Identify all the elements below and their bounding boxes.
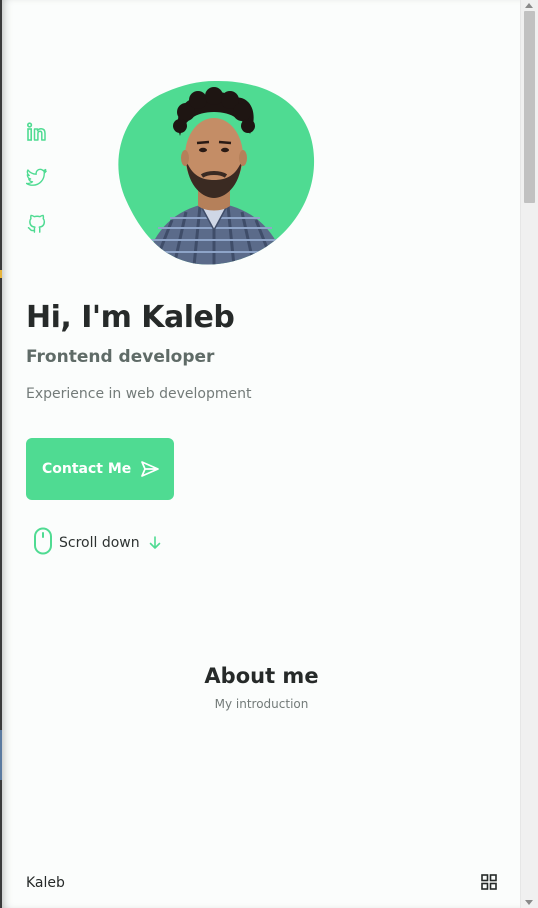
avatar [118,80,315,265]
about-section-subtitle: My introduction [214,697,309,711]
linkedin-icon[interactable] [26,122,48,142]
github-icon[interactable] [26,212,48,234]
contact-me-button[interactable]: Contact Me [26,438,174,500]
about-section-title: About me [204,664,319,688]
scroll-down-arrow-icon[interactable] [525,900,533,905]
page-viewport: Hi, I'm Kaleb Frontend developer Experie… [2,0,521,908]
scroll-up-arrow-icon[interactable] [525,3,533,8]
nav-logo[interactable]: Kaleb [26,875,65,891]
grid-menu-icon[interactable] [481,874,497,894]
arrow-down-icon [149,536,161,550]
send-icon [140,460,160,478]
home-title: Hi, I'm Kaleb [26,300,235,335]
scrollbar-thumb[interactable] [524,11,535,203]
vertical-scrollbar[interactable] [520,0,538,908]
twitter-icon[interactable] [26,168,48,188]
mouse-icon [33,527,53,559]
scroll-down-label: Scroll down [59,535,140,551]
home-description: Experience in web development [26,386,252,402]
scroll-down-button[interactable]: Scroll down [33,527,161,559]
profile-blob [114,80,316,266]
home-subtitle: Frontend developer [26,347,215,367]
contact-me-label: Contact Me [42,461,132,477]
